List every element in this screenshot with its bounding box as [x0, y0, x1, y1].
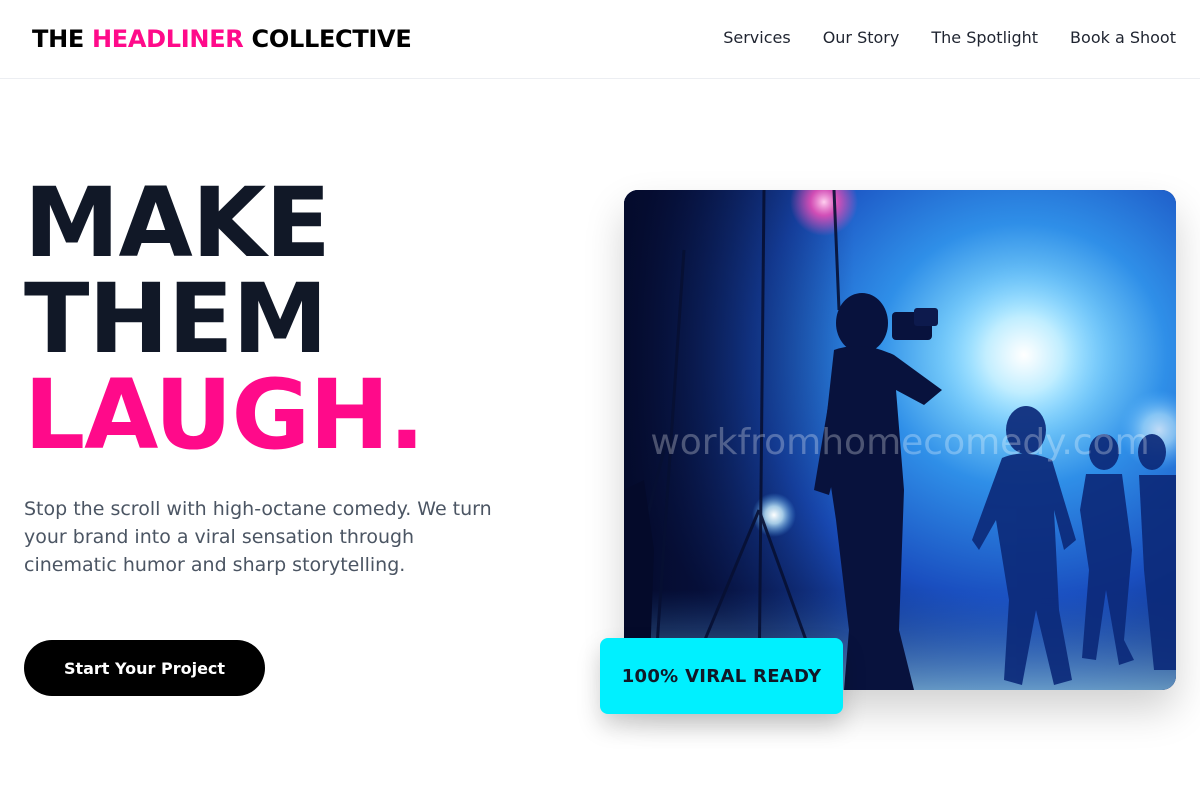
hero-title-line-1: MAKE: [24, 167, 331, 279]
site-logo[interactable]: THE HEADLINER COLLECTIVE: [32, 24, 412, 54]
hero-description: Stop the scroll with high-octane comedy.…: [24, 498, 492, 576]
viral-ready-badge: 100% VIRAL READY: [600, 638, 843, 714]
main-nav: Services Our Story The Spotlight Book a …: [723, 27, 1176, 49]
site-header: THE HEADLINER COLLECTIVE Services Our St…: [0, 0, 1200, 79]
nav-link-the-spotlight[interactable]: The Spotlight: [931, 27, 1038, 49]
hero-title-line-2: THEM: [24, 263, 328, 375]
nav-link-our-story[interactable]: Our Story: [823, 27, 900, 49]
viral-ready-badge-label: 100% VIRAL READY: [621, 665, 822, 687]
hero-title-line-3: LAUGH.: [24, 359, 425, 471]
nav-link-book-a-shoot[interactable]: Book a Shoot: [1070, 27, 1176, 49]
hero-image: workfromhomecomedy.com: [624, 190, 1176, 690]
logo-text-end: COLLECTIVE: [243, 25, 412, 53]
hero-title: MAKE THEM LAUGH.: [24, 167, 425, 471]
film-set-scene-illustration: [624, 190, 1176, 690]
nav-link-services[interactable]: Services: [723, 27, 790, 49]
start-project-button[interactable]: Start Your Project: [24, 640, 265, 696]
logo-text-accent: HEADLINER: [92, 25, 244, 53]
logo-text-start: THE: [32, 25, 93, 53]
